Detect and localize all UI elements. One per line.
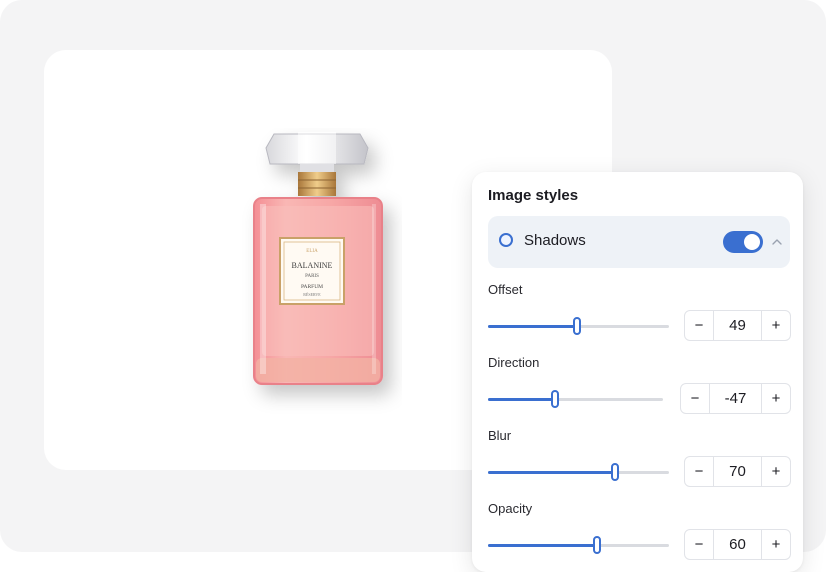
direction-stepper[interactable]: − -47 + bbox=[680, 383, 791, 414]
toggle-knob bbox=[744, 234, 760, 250]
blur-decrement-button[interactable]: − bbox=[685, 457, 713, 486]
blur-value[interactable]: 70 bbox=[713, 457, 762, 486]
opacity-slider-fill bbox=[488, 544, 597, 547]
label-text: BALANINE bbox=[292, 261, 333, 270]
opacity-value[interactable]: 60 bbox=[713, 530, 762, 559]
direction-slider-thumb[interactable] bbox=[550, 390, 559, 408]
blur-slider-thumb[interactable] bbox=[610, 463, 619, 481]
opacity-label: Opacity bbox=[488, 501, 533, 516]
product-image-perfume[interactable]: ELIA BALANINE PARIS PARFUM RÉSERVE bbox=[232, 128, 402, 418]
shadows-label: Shadows bbox=[524, 232, 586, 249]
offset-label: Offset bbox=[488, 282, 523, 297]
opacity-stepper[interactable]: − 60 + bbox=[684, 529, 791, 560]
offset-stepper[interactable]: − 49 + bbox=[684, 310, 791, 341]
label-text: PARFUM bbox=[301, 284, 323, 290]
chevron-up-icon[interactable] bbox=[771, 236, 783, 248]
opacity-increment-button[interactable]: + bbox=[762, 530, 790, 559]
direction-slider-fill bbox=[488, 398, 555, 401]
opacity-slider[interactable] bbox=[488, 536, 669, 554]
offset-slider[interactable] bbox=[488, 317, 669, 335]
offset-value[interactable]: 49 bbox=[713, 311, 762, 340]
direction-label: Direction bbox=[488, 355, 540, 370]
label-text: ELIA bbox=[306, 249, 318, 254]
offset-slider-fill bbox=[488, 325, 577, 328]
direction-increment-button[interactable]: + bbox=[762, 384, 790, 413]
shadows-toggle[interactable] bbox=[723, 231, 763, 253]
blur-stepper[interactable]: − 70 + bbox=[684, 456, 791, 487]
radio-icon[interactable] bbox=[499, 233, 513, 247]
direction-value[interactable]: -47 bbox=[709, 384, 762, 413]
image-styles-panel: Image styles Shadows Offset − 49 + Direc… bbox=[472, 172, 803, 572]
blur-slider[interactable] bbox=[488, 463, 669, 481]
shadows-section-header[interactable]: Shadows bbox=[488, 216, 790, 268]
blur-slider-fill bbox=[488, 471, 615, 474]
label-text: RÉSERVE bbox=[303, 292, 321, 297]
opacity-slider-thumb[interactable] bbox=[592, 536, 601, 554]
offset-decrement-button[interactable]: − bbox=[685, 311, 713, 340]
opacity-decrement-button[interactable]: − bbox=[685, 530, 713, 559]
offset-increment-button[interactable]: + bbox=[762, 311, 790, 340]
panel-title: Image styles bbox=[488, 187, 579, 204]
direction-decrement-button[interactable]: − bbox=[681, 384, 709, 413]
blur-increment-button[interactable]: + bbox=[762, 457, 790, 486]
blur-label: Blur bbox=[488, 428, 512, 443]
label-text: PARIS bbox=[305, 274, 319, 279]
offset-slider-thumb[interactable] bbox=[572, 317, 581, 335]
direction-slider[interactable] bbox=[488, 390, 663, 408]
